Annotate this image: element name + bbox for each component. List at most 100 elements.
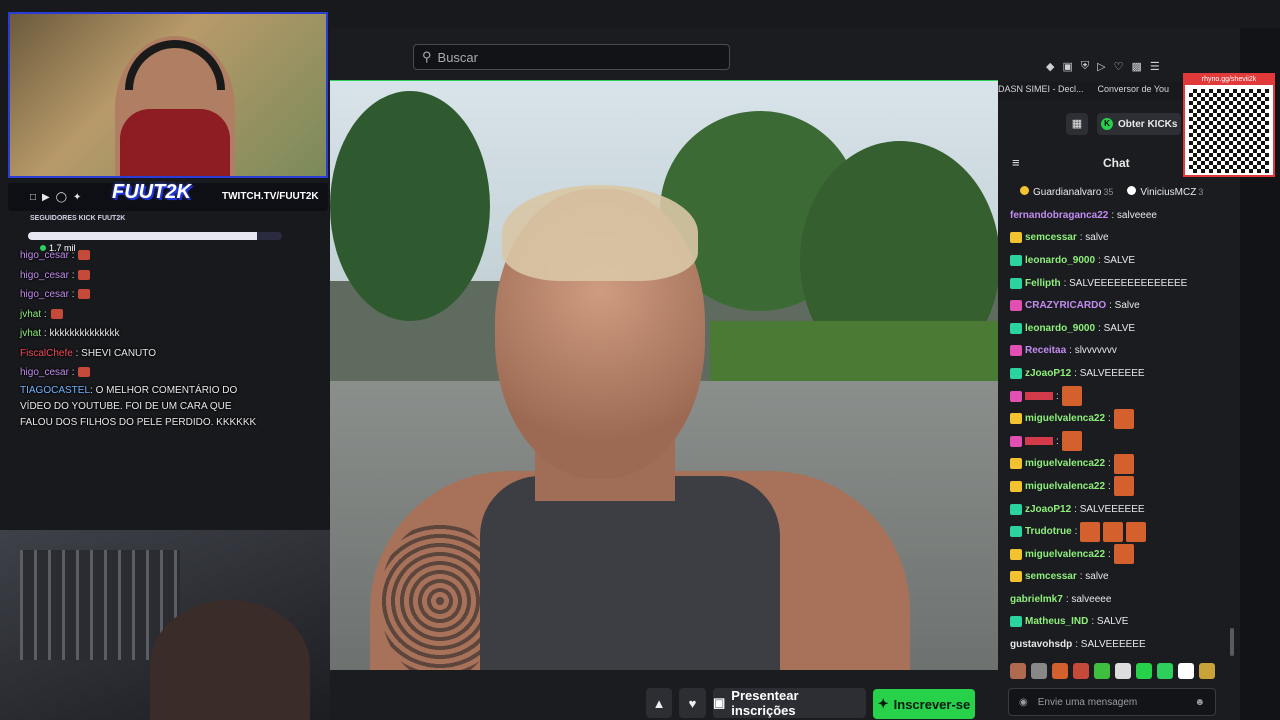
emote-icon[interactable]: [1031, 663, 1047, 679]
screen: ⚲ Buscar ◆ ▣ ⛨ ▷ ♡ ▩ ☰ DASN SIMEI - Decl…: [0, 0, 1280, 720]
chat-username[interactable]: Matheus_IND: [1025, 616, 1088, 627]
pinned-gifter[interactable]: Guardianalvaro 35: [1020, 186, 1113, 198]
chat-username[interactable]: [1025, 392, 1053, 401]
subscribe-button[interactable]: ✦ Inscrever-se: [873, 689, 975, 719]
emote-icon[interactable]: [1136, 663, 1152, 679]
calendar-icon: ▦: [1071, 118, 1083, 130]
video-player[interactable]: [330, 80, 998, 670]
chat-message[interactable]: zJoaoP12: SALVEEEEEE: [1010, 362, 1240, 385]
chat-text: : salve: [1079, 571, 1109, 583]
chat-messages: fernandobraganca22: salveeee semcessar: s…: [1010, 204, 1240, 656]
chat-username[interactable]: Receitaa: [1025, 345, 1066, 356]
emote-icon[interactable]: [1199, 663, 1215, 679]
chat-message[interactable]: miguelvalenca22:: [1010, 475, 1240, 498]
chat-username[interactable]: leonardo_9000: [1025, 323, 1095, 334]
streamer-webcam: [8, 12, 328, 178]
subscriber-badge-icon: [1010, 571, 1022, 583]
chat-text: : salveeee: [1065, 593, 1112, 605]
chat-message[interactable]: semcessar: salve: [1010, 227, 1240, 250]
chat-message[interactable]: zJoaoP12: SALVEEEEEE: [1010, 498, 1240, 521]
chat-username[interactable]: miguelvalenca22: [1025, 549, 1105, 560]
menu-icon[interactable]: ☰: [1150, 60, 1160, 73]
puzzle-icon[interactable]: ▩: [1131, 60, 1141, 73]
emote-icon: [78, 250, 91, 261]
chat-scrollbar[interactable]: [1230, 628, 1234, 656]
subscriber-badge-icon: [1010, 277, 1022, 289]
emote-icon[interactable]: [1094, 663, 1110, 679]
chat-input[interactable]: ◉ Envie uma mensagem ☻: [1008, 688, 1216, 716]
notification-button[interactable]: ▲: [646, 688, 672, 718]
coin-icon: [1127, 186, 1137, 195]
heart-icon[interactable]: ♡: [1114, 60, 1124, 73]
overlay-chat-user: jvhat: [20, 328, 42, 339]
chat-username[interactable]: semcessar: [1025, 571, 1077, 582]
play-icon[interactable]: ▷: [1097, 60, 1105, 73]
chat-message[interactable]: gabrielmk7: salveeee: [1010, 588, 1240, 611]
chat-message[interactable]: :: [1010, 385, 1240, 408]
subscriber-badge-icon: [1010, 548, 1022, 560]
chat-text: : SALVEEEEEEEEEEEEEE: [1063, 277, 1188, 289]
chat-username[interactable]: miguelvalenca22: [1025, 458, 1105, 469]
chat-username[interactable]: Trudotrue: [1025, 526, 1072, 537]
emoji-icon[interactable]: ☻: [1194, 697, 1205, 708]
subscriber-badge-icon: [1010, 367, 1022, 379]
screenshot-icon[interactable]: ▣: [1062, 60, 1072, 73]
emote-icon[interactable]: [1010, 663, 1026, 679]
chat-message[interactable]: leonardo_9000: SALVE: [1010, 249, 1240, 272]
chat-username[interactable]: fernandobraganca22: [1010, 210, 1108, 221]
shield-icon[interactable]: ⛨: [1081, 60, 1089, 73]
calendar-button[interactable]: ▦: [1066, 113, 1088, 135]
chat-collapse-icon[interactable]: ≡: [1012, 155, 1020, 170]
chat-username[interactable]: CRAZYRICARDO: [1025, 300, 1106, 311]
emote-icon[interactable]: [1115, 663, 1131, 679]
video-tank-top: [480, 476, 780, 670]
chat-message[interactable]: Matheus_IND: SALVE: [1010, 611, 1240, 634]
pinned-gifter[interactable]: ViniciusMCZ 3: [1127, 186, 1203, 198]
qr-label: rhyno.gg/shevii2k: [1183, 74, 1275, 85]
follow-button[interactable]: ♥: [679, 688, 706, 718]
chat-message[interactable]: Receitaa: slvvvvvvv: [1010, 340, 1240, 363]
chat-username[interactable]: gabrielmk7: [1010, 594, 1063, 605]
chat-message[interactable]: semcessar: salve: [1010, 566, 1240, 589]
chat-username[interactable]: zJoaoP12: [1025, 368, 1071, 379]
emote-icon[interactable]: [1073, 663, 1089, 679]
chat-message[interactable]: fernandobraganca22: salveeee: [1010, 204, 1240, 227]
chat-username[interactable]: leonardo_9000: [1025, 255, 1095, 266]
bookmark-item[interactable]: Conversor de You: [1098, 84, 1170, 94]
chat-username[interactable]: zJoaoP12: [1025, 504, 1071, 515]
bookmark-item[interactable]: DASN SIMEI - Decl...: [998, 84, 1084, 94]
chat-message[interactable]: leonardo_9000: SALVE: [1010, 317, 1240, 340]
chat-username[interactable]: Fellipth: [1025, 278, 1061, 289]
pinned-gifters: Guardianalvaro 35 ViniciusMCZ 3: [1020, 186, 1203, 198]
chat-username[interactable]: semcessar: [1025, 232, 1077, 243]
chat-message[interactable]: :: [1010, 430, 1240, 453]
get-kicks-button[interactable]: K Obter KICKs: [1097, 113, 1181, 135]
pin-icon[interactable]: ◆: [1046, 60, 1054, 73]
chat-message[interactable]: Fellipth: SALVEEEEEEEEEEEEEE: [1010, 272, 1240, 295]
overlay-chat-text: :: [43, 308, 47, 320]
chat-username[interactable]: miguelvalenca22: [1025, 413, 1105, 424]
chat-username[interactable]: gustavohsdp: [1010, 639, 1072, 650]
badge-icon[interactable]: ◉: [1019, 697, 1028, 708]
chat-text: : SALVEEEEEE: [1075, 639, 1146, 651]
gift-subs-button[interactable]: ▣ Presentear inscrições: [713, 688, 866, 718]
chat-message[interactable]: miguelvalenca22:: [1010, 543, 1240, 566]
chat-message[interactable]: CRAZYRICARDO: Salve: [1010, 294, 1240, 317]
overlay-chat-user: higo_cesar: [20, 269, 69, 281]
chat-username[interactable]: miguelvalenca22: [1025, 481, 1105, 492]
emote-icon[interactable]: [1178, 663, 1194, 679]
search-input[interactable]: ⚲ Buscar: [413, 44, 730, 70]
chat-text: : salveeee: [1111, 209, 1157, 221]
chat-text: :: [1108, 548, 1111, 560]
subscriber-badge-icon: [1010, 390, 1022, 402]
browser-extension-icons[interactable]: ◆ ▣ ⛨ ▷ ♡ ▩ ☰: [1046, 60, 1160, 73]
emote-icon[interactable]: [1157, 663, 1173, 679]
chat-message[interactable]: miguelvalenca22:: [1010, 407, 1240, 430]
subscriber-badge-icon: [1010, 480, 1022, 492]
sticker-emote-icon: [1103, 521, 1124, 542]
chat-message[interactable]: Trudotrue:: [1010, 520, 1240, 543]
emote-icon[interactable]: [1052, 663, 1068, 679]
chat-message[interactable]: miguelvalenca22:: [1010, 453, 1240, 476]
chat-username[interactable]: [1025, 437, 1053, 446]
chat-message[interactable]: gustavohsdp: SALVEEEEEE: [1010, 633, 1240, 656]
